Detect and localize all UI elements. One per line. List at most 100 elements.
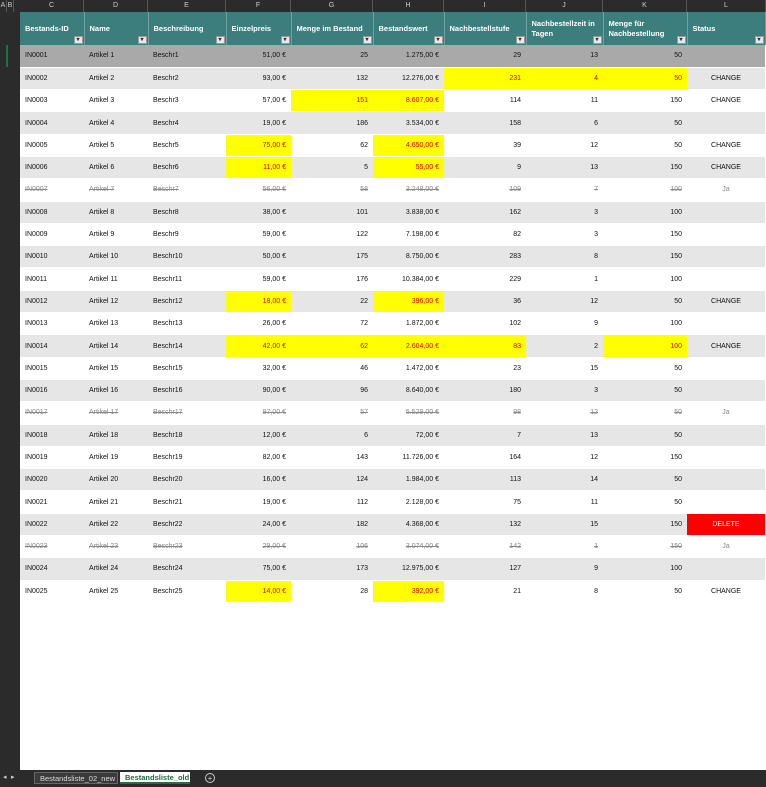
status-cell[interactable]: CHANGE xyxy=(687,334,765,358)
table-cell[interactable]: IN0012 xyxy=(20,290,84,314)
table-cell[interactable]: 50 xyxy=(603,111,687,135)
column-letter-k[interactable]: K xyxy=(603,0,687,12)
table-cell[interactable]: 150 xyxy=(603,223,687,247)
table-cell[interactable]: 51,00 € xyxy=(226,45,291,68)
table-cell[interactable]: 1.472,00 € xyxy=(373,357,444,380)
table-cell[interactable]: 11 xyxy=(526,89,603,113)
table-cell[interactable]: IN0018 xyxy=(20,424,84,447)
table-cell[interactable]: 8 xyxy=(526,245,603,269)
table-cell[interactable]: IN0002 xyxy=(20,67,84,91)
status-cell[interactable] xyxy=(687,201,765,224)
table-cell[interactable]: 8.607,00 € xyxy=(373,89,444,113)
status-cell[interactable]: CHANGE xyxy=(687,89,765,113)
table-row[interactable]: IN0009 Artikel 9 Beschr9 59,00 €122 7.198,00… xyxy=(20,223,765,247)
table-cell[interactable]: 11 xyxy=(526,490,603,514)
table-cell[interactable]: Artikel 17 xyxy=(84,401,148,425)
status-cell[interactable] xyxy=(687,45,765,68)
table-cell[interactable]: Artikel 3 xyxy=(84,89,148,113)
table-cell[interactable]: Beschr9 xyxy=(148,223,226,247)
table-cell[interactable]: 158 xyxy=(444,111,526,135)
table-cell[interactable]: Beschr22 xyxy=(148,513,226,537)
table-cell[interactable]: 1.872,00 € xyxy=(373,312,444,336)
table-cell[interactable]: 150 xyxy=(603,245,687,269)
table-cell[interactable]: Artikel 23 xyxy=(84,535,148,559)
table-cell[interactable]: Beschr11 xyxy=(148,267,226,291)
table-cell[interactable]: 229 xyxy=(444,267,526,291)
table-cell[interactable]: 10.384,00 € xyxy=(373,267,444,291)
table-cell[interactable]: Artikel 7 xyxy=(84,178,148,202)
table-cell[interactable]: 392,00 € xyxy=(373,580,444,603)
table-cell[interactable]: Artikel 11 xyxy=(84,267,148,291)
table-cell[interactable]: Artikel 8 xyxy=(84,201,148,224)
table-cell[interactable]: 14 xyxy=(526,468,603,492)
table-cell[interactable]: 3.248,00 € xyxy=(373,178,444,202)
table-cell[interactable]: 15 xyxy=(526,513,603,537)
table-cell[interactable]: 112 xyxy=(291,490,373,514)
table-cell[interactable]: 50 xyxy=(603,134,687,157)
table-cell[interactable]: Beschr10 xyxy=(148,245,226,269)
filter-dropdown-icon[interactable]: ▾ xyxy=(73,36,83,44)
filter-dropdown-icon[interactable]: ▾ xyxy=(515,36,525,44)
table-cell[interactable]: IN0019 xyxy=(20,446,84,470)
table-cell[interactable]: 100 xyxy=(603,267,687,291)
table-cell[interactable]: 150 xyxy=(603,156,687,180)
table-cell[interactable]: 23 xyxy=(444,357,526,380)
table-cell[interactable]: IN0004 xyxy=(20,111,84,135)
table-cell[interactable]: Beschr14 xyxy=(148,334,226,358)
column-letter-l[interactable]: L xyxy=(687,0,766,12)
column-header-bar[interactable]: ABCDEFGHIJKL xyxy=(0,0,766,12)
table-cell[interactable]: 93,00 € xyxy=(226,67,291,91)
table-cell[interactable]: IN0017 xyxy=(20,401,84,425)
table-cell[interactable]: 100 xyxy=(603,557,687,581)
table-cell[interactable]: 7.198,00 € xyxy=(373,223,444,247)
table-cell[interactable]: 59,00 € xyxy=(226,223,291,247)
table-cell[interactable]: 164 xyxy=(444,446,526,470)
table-cell[interactable]: 39 xyxy=(444,134,526,157)
table-cell[interactable]: 82,00 € xyxy=(226,446,291,470)
table-row[interactable]: IN0025 Artikel 25 Beschr25 14,00 €28 392,00 … xyxy=(20,580,765,603)
table-cell[interactable]: Artikel 14 xyxy=(84,334,148,358)
status-cell[interactable] xyxy=(687,557,765,581)
table-cell[interactable]: 75,00 € xyxy=(226,557,291,581)
table-cell[interactable]: IN0025 xyxy=(20,580,84,603)
table-cell[interactable]: 3 xyxy=(526,201,603,224)
column-letter-e[interactable]: E xyxy=(148,0,226,12)
status-cell[interactable]: Ja xyxy=(687,401,765,425)
filter-dropdown-icon[interactable]: ▾ xyxy=(280,36,290,44)
column-letter-i[interactable]: I xyxy=(444,0,526,12)
status-cell[interactable] xyxy=(687,468,765,492)
table-cell[interactable]: Artikel 6 xyxy=(84,156,148,180)
table-row[interactable]: IN0001 Artikel 1 Beschr1 51,00 €25 1.275,00 … xyxy=(20,45,765,68)
table-cell[interactable]: 175 xyxy=(291,245,373,269)
table-cell[interactable]: Beschr18 xyxy=(148,424,226,447)
table-cell[interactable]: 132 xyxy=(291,67,373,91)
table-cell[interactable]: 98 xyxy=(444,401,526,425)
column-letter-b[interactable]: B xyxy=(7,0,14,12)
spreadsheet-area[interactable]: ABCDEFGHIJKL Bestands-ID ▾ Name ▾ Beschreibu… xyxy=(0,0,766,770)
table-cell[interactable]: Beschr25 xyxy=(148,580,226,603)
table-cell[interactable]: IN0009 xyxy=(20,223,84,247)
table-cell[interactable]: Artikel 10 xyxy=(84,245,148,269)
table-cell[interactable]: 56,00 € xyxy=(226,178,291,202)
status-cell[interactable] xyxy=(687,223,765,247)
table-cell[interactable]: 29,00 € xyxy=(226,535,291,559)
filter-dropdown-icon[interactable]: ▾ xyxy=(137,36,147,44)
table-cell[interactable]: Artikel 5 xyxy=(84,134,148,157)
table-row[interactable]: IN0014 Artikel 14 Beschr14 42,00 €62 2.604,0… xyxy=(20,334,765,358)
table-cell[interactable]: 100 xyxy=(603,312,687,336)
table-cell[interactable]: 9 xyxy=(444,156,526,180)
table-row[interactable]: IN0021 Artikel 21 Beschr21 19,00 €112 2.128,… xyxy=(20,490,765,514)
status-cell[interactable]: CHANGE xyxy=(687,156,765,180)
status-cell[interactable]: CHANGE xyxy=(687,580,765,603)
table-cell[interactable]: 283 xyxy=(444,245,526,269)
table-cell[interactable]: 96 xyxy=(291,379,373,403)
table-cell[interactable]: 15 xyxy=(526,357,603,380)
table-cell[interactable]: 396,00 € xyxy=(373,290,444,314)
table-cell[interactable]: IN0020 xyxy=(20,468,84,492)
status-cell[interactable]: Ja xyxy=(687,535,765,559)
table-cell[interactable]: Artikel 18 xyxy=(84,424,148,447)
table-cell[interactable]: 75,00 € xyxy=(226,134,291,157)
table-cell[interactable]: 16,00 € xyxy=(226,468,291,492)
table-cell[interactable]: IN0011 xyxy=(20,267,84,291)
table-cell[interactable]: 57 xyxy=(291,401,373,425)
